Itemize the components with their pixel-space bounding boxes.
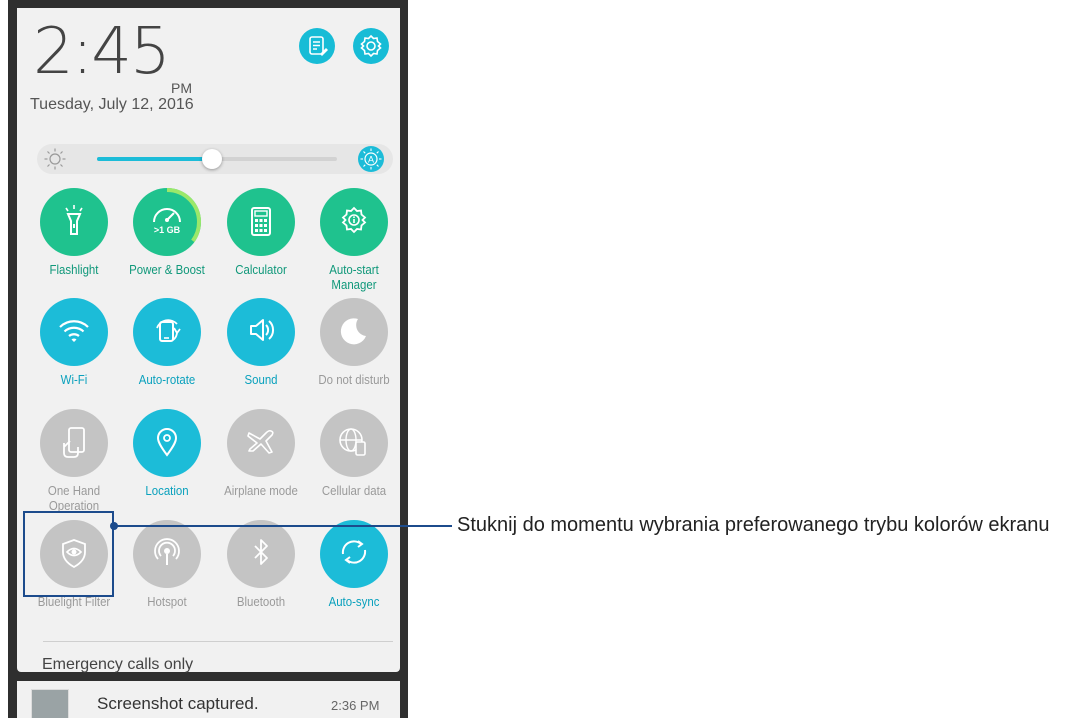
bluetooth-icon — [254, 539, 268, 565]
location-pin-icon — [156, 428, 178, 457]
tile-label: One Hand Operation — [47, 483, 101, 513]
phone-screen: 2:45 PM Tuesday, July 12, 2016 A Flashli… — [8, 0, 408, 718]
tile-button[interactable] — [320, 298, 388, 366]
tile-button[interactable] — [227, 188, 295, 256]
speedometer-icon: >1 GB — [133, 188, 201, 256]
auto-brightness-icon: A — [360, 148, 382, 170]
rotate-icon — [156, 319, 181, 342]
tile-label: Wi-Fi — [60, 372, 88, 387]
tile-label: Auto-rotate — [138, 372, 196, 387]
callout-line — [114, 525, 452, 527]
callout-highlight-box — [23, 511, 114, 597]
speaker-icon — [250, 319, 275, 341]
date-label: Tuesday, July 12, 2016 — [30, 96, 194, 113]
tile-label: Power & Boost — [129, 262, 205, 277]
notes-button[interactable] — [299, 28, 335, 64]
emergency-calls-label: Emergency calls only — [42, 656, 194, 673]
tile-auto-rotate[interactable]: Auto-rotate — [120, 298, 214, 387]
tile-label: Airplane mode — [224, 483, 298, 498]
sync-icon — [341, 540, 367, 564]
airplane-icon — [247, 429, 274, 454]
clock-ampm: PM — [171, 80, 192, 96]
auto-brightness-label: A — [368, 155, 374, 165]
tile-label: Location — [145, 483, 189, 498]
tile-label: Calculator — [235, 262, 287, 277]
brightness-low-icon — [44, 148, 66, 170]
boost-memory-label: >1 GB — [154, 225, 181, 235]
tile-label: Sound — [244, 372, 278, 387]
tile-button[interactable] — [227, 520, 295, 588]
tile-auto-start-manager[interactable]: Auto-start Manager — [307, 188, 401, 292]
brightness-track[interactable] — [97, 149, 337, 169]
tile-sound[interactable]: Sound — [214, 298, 308, 387]
tile-do-not-disturb[interactable]: Do not disturb — [307, 298, 401, 387]
settings-button[interactable] — [353, 28, 389, 64]
tile-cellular-data[interactable]: Cellular data — [307, 409, 401, 498]
tile-label: Cellular data — [321, 483, 387, 498]
tile-button[interactable] — [320, 409, 388, 477]
callout-text: Stuknij do momentu wybrania preferowaneg… — [457, 514, 1050, 536]
tile-bluetooth[interactable]: Bluetooth — [214, 520, 308, 609]
tile-button[interactable] — [133, 520, 201, 588]
tile-button[interactable] — [40, 298, 108, 366]
brightness-slider[interactable]: A — [37, 144, 393, 174]
tile-button[interactable] — [40, 409, 108, 477]
tile-airplane-mode[interactable]: Airplane mode — [214, 409, 308, 498]
calculator-icon — [251, 207, 271, 236]
wifi-icon — [59, 320, 89, 342]
tile-button[interactable] — [133, 298, 201, 366]
tile-label: Hotspot — [147, 594, 187, 609]
tile-location[interactable]: Location — [120, 409, 214, 498]
divider — [43, 641, 393, 642]
notification-time: 2:36 PM — [331, 698, 380, 713]
tile-calculator[interactable]: Calculator — [214, 188, 308, 277]
tile-auto-sync[interactable]: Auto-sync — [307, 520, 401, 609]
hotspot-icon — [154, 538, 180, 565]
tile-flashlight[interactable]: Flashlight — [27, 188, 121, 277]
tile-label: Do not disturb — [318, 372, 390, 387]
notes-icon — [309, 36, 328, 56]
brightness-knob[interactable] — [202, 149, 223, 169]
screenshot-thumbnail-icon — [31, 689, 69, 718]
one-hand-icon — [63, 427, 85, 458]
notification-title: Screenshot captured. — [97, 694, 259, 713]
tile-button[interactable] — [227, 409, 295, 477]
settings-icon — [360, 34, 382, 58]
tile-label: Auto-start Manager — [329, 262, 379, 292]
cellular-data-icon — [339, 428, 366, 456]
gear-info-icon — [341, 206, 367, 234]
screenshot-notification[interactable]: Screenshot captured. 2:36 PM — [17, 681, 400, 718]
moon-icon — [340, 318, 366, 345]
tile-label: Bluetooth — [236, 594, 286, 609]
auto-brightness-button[interactable]: A — [358, 146, 384, 172]
tile-button[interactable] — [320, 188, 388, 256]
tile-button[interactable] — [40, 188, 108, 256]
tile-label: Auto-sync — [328, 594, 380, 609]
tile-button[interactable] — [320, 520, 388, 588]
tile-button[interactable]: >1 GB — [133, 188, 201, 256]
tile-button[interactable] — [227, 298, 295, 366]
tile-power-boost[interactable]: >1 GB Power & Boost — [120, 188, 214, 277]
tile-button[interactable] — [133, 409, 201, 477]
brightness-fill — [97, 157, 213, 161]
tile-label: Flashlight — [49, 262, 99, 277]
tile-hotspot[interactable]: Hotspot — [120, 520, 214, 609]
tile-one-hand-operation[interactable]: One Hand Operation — [27, 409, 121, 513]
flashlight-icon — [65, 205, 83, 235]
tile-wi-fi[interactable]: Wi-Fi — [27, 298, 121, 387]
clock-time: 2:45 — [33, 15, 171, 89]
